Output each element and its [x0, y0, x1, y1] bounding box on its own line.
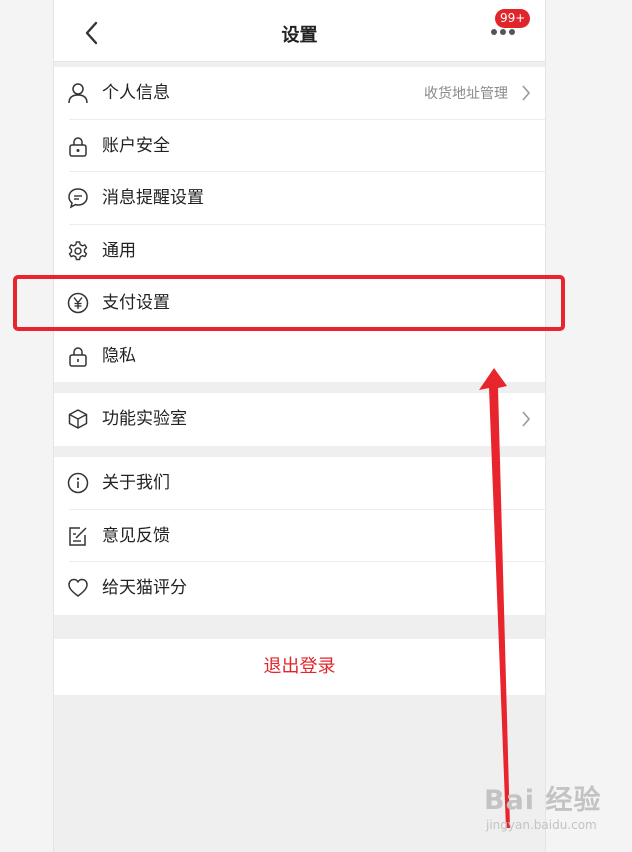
page-title: 设置 — [281, 25, 318, 46]
lock-icon — [69, 136, 87, 157]
user-icon — [68, 83, 88, 104]
cube-icon — [68, 409, 88, 429]
info-icon — [67, 472, 89, 494]
settings-item-rate[interactable]: 给天猫评分 — [54, 562, 545, 615]
settings-item-message-notify[interactable]: 消息提醒设置 — [54, 172, 545, 225]
settings-item-privacy[interactable]: 隐私 — [54, 330, 545, 383]
settings-group-lab: 功能实验室 — [54, 393, 545, 446]
highlight-box — [13, 275, 565, 331]
settings-group-about: 关于我们 意见反馈 给天猫评分 — [54, 457, 545, 615]
settings-item-general[interactable]: 通用 — [54, 225, 545, 277]
settings-item-label: 账户安全 — [102, 135, 170, 156]
watermark-url: jingyan.baidu.com — [486, 818, 597, 832]
settings-item-label: 个人信息 — [102, 83, 170, 103]
gear-icon — [68, 240, 88, 260]
watermark: Bai 经验 jingyan.baidu.com — [484, 778, 624, 840]
settings-group-main: 个人信息 收货地址管理 账户安全 消息提醒设置 通用 支付设置 隐私 — [54, 67, 545, 382]
nav-bar: 设置 99+ — [54, 0, 545, 62]
settings-item-label: 通用 — [102, 240, 136, 261]
notification-badge: 99+ — [495, 9, 531, 28]
watermark-logo: Bai 经验 — [484, 785, 602, 816]
settings-item-label: 关于我们 — [102, 473, 170, 493]
feedback-icon — [69, 526, 87, 546]
annotation-arrow — [479, 368, 510, 828]
settings-item-personal-info[interactable]: 个人信息 收货地址管理 — [54, 67, 545, 120]
settings-item-feedback[interactable]: 意见反馈 — [54, 510, 545, 562]
settings-item-label: 功能实验室 — [102, 409, 187, 429]
heart-icon — [68, 578, 88, 597]
logout-button[interactable]: 退出登录 — [54, 639, 545, 695]
settings-item-label: 隐私 — [102, 345, 136, 366]
privacy-lock-icon — [69, 346, 87, 367]
settings-screen: 设置 99+ 个人信息 收货地址管理 账户安全 消息提醒设置 通用 支付设置 隐… — [53, 0, 546, 852]
address-manage-link[interactable]: 收货地址管理 — [424, 84, 508, 104]
settings-item-about[interactable]: 关于我们 — [54, 457, 545, 510]
settings-item-label: 消息提醒设置 — [102, 188, 204, 208]
settings-item-account-security[interactable]: 账户安全 — [54, 120, 545, 172]
message-icon — [68, 188, 88, 209]
settings-item-label: 意见反馈 — [102, 525, 170, 546]
settings-item-lab[interactable]: 功能实验室 — [54, 393, 545, 446]
settings-item-label: 给天猫评分 — [102, 578, 187, 598]
chevron-right-icon — [522, 85, 531, 101]
